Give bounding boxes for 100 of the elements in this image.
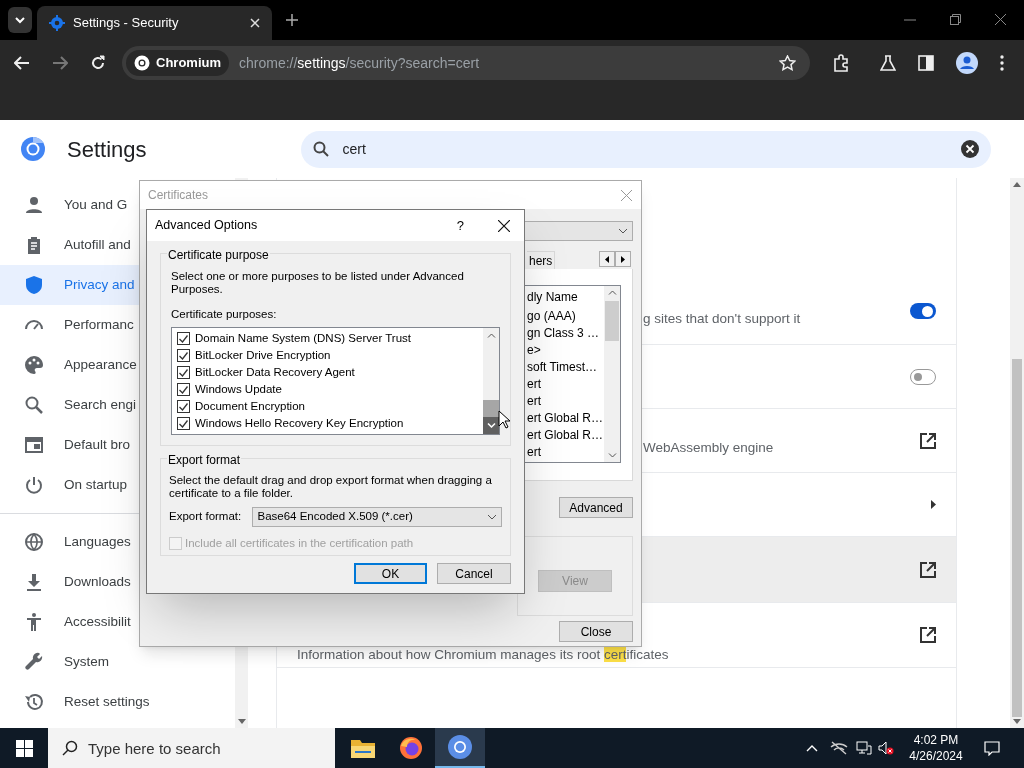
back-icon[interactable] [14, 56, 30, 70]
extensions-icon[interactable] [832, 54, 850, 72]
list-item[interactable]: ert [527, 393, 604, 410]
toggle-switch[interactable] [910, 368, 936, 385]
mouse-pointer-icon [498, 410, 510, 429]
help-text: Select the default drag and drop export format when dragging a certificate to a file folder. [169, 474, 493, 500]
side-panel-icon[interactable] [918, 55, 934, 71]
checkbox-label[interactable]: Windows Hello Recovery Key Encryption [195, 415, 404, 433]
list-scrollbar[interactable] [604, 286, 620, 462]
shield-icon [24, 275, 44, 295]
checkbox[interactable] [177, 349, 190, 363]
scroll-down-arrow-icon[interactable] [1013, 719, 1021, 724]
reload-icon[interactable] [90, 55, 106, 71]
advanced-button[interactable]: Advanced [559, 497, 633, 518]
sidebar-item[interactable]: Reset settings [0, 682, 235, 722]
scroll-up-arrow-icon[interactable] [1013, 182, 1021, 187]
close-window-icon[interactable] [995, 14, 1006, 25]
scroll-thumb[interactable] [483, 400, 499, 418]
clear-search-icon[interactable] [960, 139, 979, 158]
checkbox-label[interactable]: Document Encryption [195, 398, 305, 416]
sidebar-item[interactable]: Downloads [0, 562, 235, 602]
chromium-logo-icon [21, 137, 45, 161]
fox-globe-icon [399, 736, 423, 760]
new-tab-icon[interactable] [286, 14, 298, 26]
scroll-down-button[interactable] [483, 417, 499, 435]
setting-description: WebAssembly engine [643, 438, 775, 457]
checkbox[interactable] [177, 417, 190, 431]
external-link-icon[interactable] [920, 627, 936, 643]
search-field[interactable]: cert [300, 130, 991, 168]
list-item[interactable]: ert [527, 376, 604, 393]
menu-icon[interactable] [1000, 55, 1004, 71]
store-tab[interactable]: hers [527, 251, 556, 269]
close-button[interactable]: Close [559, 621, 633, 642]
scroll-thumb[interactable] [605, 301, 619, 341]
external-link-icon[interactable] [920, 432, 936, 449]
list-item[interactable]: soft Timest… [527, 359, 604, 376]
forward-icon[interactable] [52, 56, 68, 70]
flask-icon[interactable] [880, 55, 896, 71]
left-arrow-icon [605, 255, 609, 263]
restore-icon[interactable] [950, 14, 961, 25]
sidebar-item[interactable]: System [0, 642, 235, 682]
export-format-dropdown[interactable]: Base64 Encoded X.509 (*.cer) [252, 507, 502, 527]
scroll-down-arrow-icon[interactable] [237, 719, 246, 724]
chromium-logo-icon [448, 735, 472, 759]
external-link-icon[interactable] [920, 561, 936, 578]
person-icon [24, 195, 44, 215]
power-icon [24, 475, 44, 495]
browser-window-icon [24, 435, 44, 455]
field-label: Export format: [169, 509, 243, 525]
taskbar-search-field[interactable]: Type here to search [48, 728, 335, 768]
wrench-icon [24, 652, 44, 672]
profile-avatar-icon[interactable] [956, 52, 978, 74]
page-title: Settings [67, 135, 147, 164]
list-item[interactable]: e> [527, 342, 604, 359]
computer-monitor-icon[interactable] [856, 741, 872, 755]
browser-tab[interactable]: Settings - Security [37, 6, 272, 40]
toggle-switch[interactable] [910, 303, 936, 319]
help-button[interactable]: ? [456, 215, 464, 236]
gear-icon [49, 15, 65, 31]
chromium-taskbar-button[interactable] [435, 728, 485, 768]
chevron-down-icon [618, 228, 628, 234]
checkbox[interactable] [177, 383, 190, 397]
checkbox-label[interactable]: Windows Update [195, 381, 282, 399]
clock[interactable]: 4:02 PM 4/26/2024 [902, 732, 970, 764]
sidebar-item[interactable]: Accessibilit [0, 602, 235, 642]
cancel-button[interactable]: Cancel [437, 563, 511, 584]
chevron-up-icon[interactable] [806, 744, 818, 752]
list-item[interactable]: ert [527, 444, 604, 461]
scroll-thumb[interactable] [1012, 359, 1022, 717]
url-text: chrome://settings/security?search=cert [239, 53, 481, 73]
list-item[interactable]: go (AAA) [527, 308, 604, 325]
checkbox-label[interactable]: BitLocker Drive Encryption [195, 347, 331, 365]
accessibility-icon [24, 612, 44, 632]
checkbox-label[interactable]: Domain Name System (DNS) Server Trust [195, 330, 411, 348]
list-item[interactable]: ert Global R… [527, 427, 604, 444]
search-icon [62, 740, 78, 756]
notifications-icon[interactable] [984, 740, 1000, 756]
origin-chip[interactable]: Chromium [126, 50, 229, 76]
dialog-title: Certificates [148, 187, 210, 204]
purposes-list[interactable]: Domain Name System (DNS) Server Trust BitLocker Drive Encryption BitLocker Data Recovery Agent Windows Update Document Encryption Windows Hello Recovery Key Encryption [171, 327, 500, 436]
list-item[interactable]: ert Global R… [527, 410, 604, 427]
network-disconnected-icon[interactable] [830, 741, 848, 755]
address-bar[interactable]: Chromium chrome://settings/security?search=cert [122, 46, 810, 80]
tab-search-button[interactable] [8, 7, 32, 33]
checkbox[interactable] [177, 400, 190, 414]
checkbox[interactable] [177, 332, 190, 346]
arrow-right-icon[interactable] [931, 500, 936, 509]
checkbox-label[interactable]: BitLocker Data Recovery Agent [195, 364, 355, 382]
page-scrollbar[interactable] [1010, 178, 1024, 728]
windows-logo-icon [15, 739, 33, 757]
close-icon[interactable] [498, 219, 510, 232]
tab-scroll-right-button[interactable] [615, 251, 631, 267]
list-scrollbar[interactable] [483, 328, 499, 435]
speaker-muted-icon[interactable] [878, 741, 894, 755]
dialog-title: Advanced Options [155, 217, 259, 235]
list-item[interactable]: gn Class 3 … [527, 325, 604, 342]
ok-button[interactable]: OK [354, 563, 427, 584]
bookmark-star-icon[interactable] [779, 55, 796, 71]
checkbox[interactable] [177, 366, 190, 380]
tab-scroll-left-button[interactable] [599, 251, 615, 267]
